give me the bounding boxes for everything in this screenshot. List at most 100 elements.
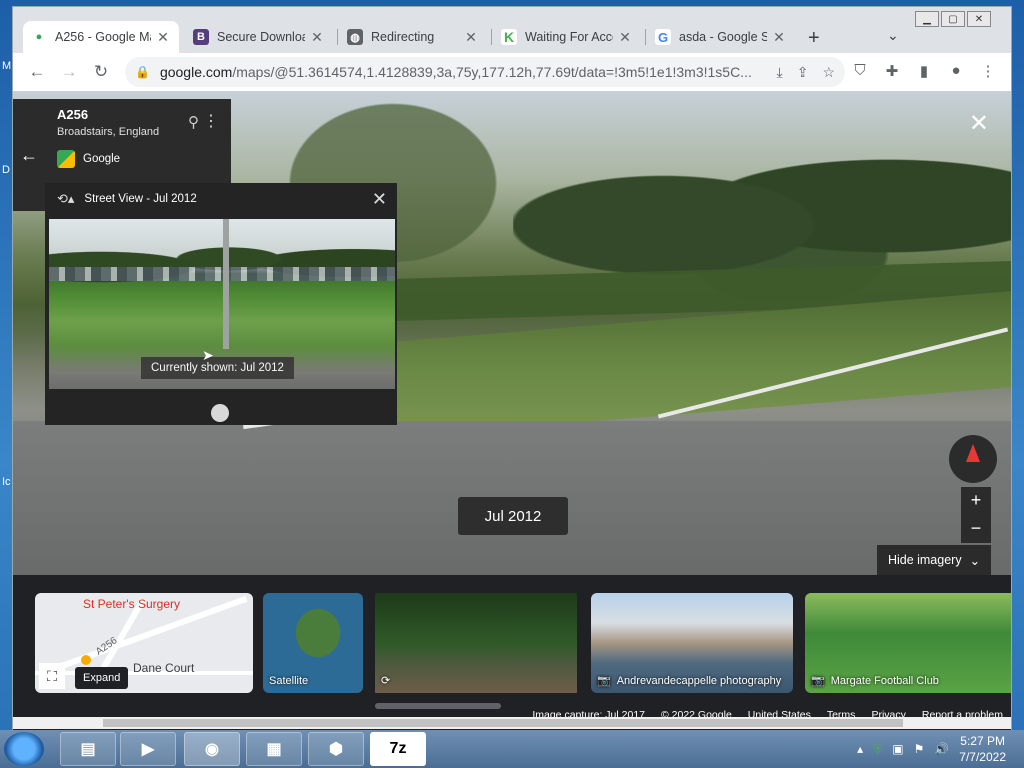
zoom-out-button[interactable]: − xyxy=(961,515,991,543)
side-panel-icon[interactable]: ▮ xyxy=(915,62,933,80)
camera-icon: 📷 xyxy=(597,675,611,687)
window-controls: ▁ ▢ ✕ xyxy=(915,11,991,27)
expand-tooltip: Expand xyxy=(75,667,129,689)
imagery-source-label: Google xyxy=(83,153,121,165)
satellite-thumbnail[interactable]: Satellite xyxy=(263,593,363,693)
map-poi-label: Dane Court xyxy=(133,661,195,675)
file-explorer-icon[interactable]: ▤ xyxy=(60,732,116,766)
tab-title: Secure Download xyxy=(217,30,305,44)
place-card: A256 Broadstairs, England Google ⚲ ⋮ xyxy=(45,99,231,183)
show-hidden-icons-icon[interactable]: ▴ xyxy=(857,742,863,756)
close-time-travel-icon[interactable]: ✕ xyxy=(372,189,387,210)
street-view-thumbnail[interactable]: ⟳ xyxy=(375,593,577,693)
tab-asda-google-search[interactable]: G asda - Google Search ✕ xyxy=(647,21,795,53)
network-icon[interactable]: ▣ xyxy=(892,742,903,756)
horizontal-scrollbar[interactable] xyxy=(13,717,1011,729)
location-pin-icon[interactable]: ⚲ xyxy=(188,113,199,131)
hide-imagery-label: Hide imagery xyxy=(887,553,962,567)
tab-search-chevron-icon[interactable]: ⌄ xyxy=(887,27,899,44)
address-bar[interactable]: 🔒 google.com/maps/@51.3614574,1.4128839,… xyxy=(125,57,845,87)
google-maps-icon xyxy=(57,150,75,168)
time-slider-handle[interactable] xyxy=(211,404,229,422)
photo-caption-text: Margate Football Club xyxy=(830,674,939,687)
clock-date: 7/7/2022 xyxy=(959,750,1006,764)
share-icon[interactable]: ⇪ xyxy=(797,64,809,81)
tab-title: asda - Google Search xyxy=(679,30,767,44)
action-center-flag-icon[interactable]: ⚑ xyxy=(914,742,925,756)
security-shield-icon[interactable]: ⛨ xyxy=(873,742,882,757)
tab-google-maps[interactable]: ● A256 - Google Maps ✕ xyxy=(23,21,179,53)
desktop-icon-label: Ic xyxy=(2,476,11,488)
install-app-icon[interactable]: ⤓ xyxy=(777,64,783,81)
close-window-button[interactable]: ✕ xyxy=(967,11,991,27)
new-tab-button[interactable]: + xyxy=(808,27,820,50)
url-path: /maps/@51.3614574,1.4128839,3a,75y,177.1… xyxy=(232,64,752,80)
imagery-strip: St Peter's Surgery A256 Dane Court ⛶ Exp… xyxy=(13,575,1011,731)
puzzle-extensions-icon[interactable]: ✚ xyxy=(883,62,901,80)
tab-waiting-for-access[interactable]: K Waiting For Access ✕ xyxy=(493,21,641,53)
photo-thumbnail[interactable]: 📷 Margate Football Club xyxy=(805,593,1011,693)
back-to-map-button[interactable]: ← xyxy=(13,99,45,211)
photo-thumbnail[interactable]: 📷 Andrevandecappelle photography xyxy=(591,593,793,693)
close-tab-icon[interactable]: ✕ xyxy=(309,29,325,46)
place-menu-icon[interactable]: ⋮ xyxy=(203,111,219,131)
lock-icon: 🔒 xyxy=(135,65,150,79)
imagery-source: Google xyxy=(57,150,219,168)
close-tab-icon[interactable]: ✕ xyxy=(771,29,787,46)
minimize-button[interactable]: ▁ xyxy=(915,11,939,27)
media-player-icon[interactable]: ▶ xyxy=(120,732,176,766)
url-domain: google.com xyxy=(159,64,233,80)
desktop-icon-label: M xyxy=(2,60,12,72)
camera-icon: 📷 xyxy=(811,675,825,687)
history-clock-icon: ⟲▴ xyxy=(57,191,75,206)
globe-icon: ◍ xyxy=(347,29,363,45)
desktop-icon-label: D xyxy=(2,164,10,176)
volume-icon[interactable]: 🔊 xyxy=(934,742,949,756)
expand-map-icon[interactable]: ⛶ xyxy=(39,663,65,689)
map-poi-label: St Peter's Surgery xyxy=(83,597,180,611)
menu-kebab-icon[interactable]: ⋮ xyxy=(979,62,997,80)
address-url: google.com/maps/@51.3614574,1.4128839,3a… xyxy=(160,64,777,80)
tab-secure-download[interactable]: B Secure Download ✕ xyxy=(185,21,333,53)
chrome-icon[interactable]: ◉ xyxy=(184,732,240,766)
pegman-location-dot xyxy=(81,655,91,665)
shield-extension-icon[interactable]: ⛉ xyxy=(851,62,869,80)
clock-time: 5:27 PM xyxy=(960,734,1005,748)
currently-shown-tooltip: Currently shown: Jul 2012 xyxy=(141,357,294,379)
toolbar-extensions: ⛉ ✚ ▮ ● ⋮ xyxy=(851,62,997,80)
7zip-icon[interactable]: 7z xyxy=(370,732,426,766)
close-tab-icon[interactable]: ✕ xyxy=(155,29,171,46)
map-thumbnail[interactable]: St Peter's Surgery A256 Dane Court ⛶ Exp… xyxy=(35,593,253,693)
compass-icon[interactable] xyxy=(949,435,997,483)
time-travel-header[interactable]: ⟲▴ Street View - Jul 2012 xyxy=(45,183,397,215)
tab-title: A256 - Google Maps xyxy=(55,30,151,44)
back-arrow-icon[interactable]: ← xyxy=(21,62,53,82)
close-tab-icon[interactable]: ✕ xyxy=(617,29,633,46)
close-street-view-icon[interactable]: ✕ xyxy=(969,109,989,138)
satellite-label: Satellite xyxy=(269,675,309,687)
zoom-in-button[interactable]: + xyxy=(961,487,991,515)
forward-arrow-icon[interactable]: → xyxy=(53,62,85,82)
double-chevron-down-icon: ⌄ xyxy=(969,553,981,568)
maximize-button[interactable]: ▢ xyxy=(941,11,965,27)
tab-redirecting[interactable]: ◍ Redirecting ✕ xyxy=(339,21,487,53)
browser-toolbar: ← → ↻ 🔒 google.com/maps/@51.3614574,1.41… xyxy=(13,53,1011,91)
reload-icon[interactable]: ↻ xyxy=(85,62,117,82)
360-view-icon: ⟳ xyxy=(381,675,391,687)
close-tab-icon[interactable]: ✕ xyxy=(463,29,479,46)
system-clock[interactable]: 5:27 PM 7/7/2022 xyxy=(959,733,1006,765)
street-view-viewport[interactable]: ← A256 Broadstairs, England Google ⚲ ⋮ ⟲… xyxy=(13,91,1011,575)
capture-date-chip: Jul 2012 xyxy=(458,497,568,535)
security-app-icon[interactable]: ⬢ xyxy=(308,732,364,766)
bookmark-star-icon[interactable]: ☆ xyxy=(822,64,835,81)
control-panel-icon[interactable]: ▦ xyxy=(246,732,302,766)
hide-imagery-button[interactable]: Hide imagery ⌄ xyxy=(877,545,991,575)
taskbar: ▤ ▶ ◉ ▦ ⬢ 7z ▴ ⛨ ▣ ⚑ 🔊 5:27 PM 7/7/2022 xyxy=(0,730,1024,768)
profile-avatar-icon[interactable]: ● xyxy=(947,62,965,80)
system-tray: ▴ ⛨ ▣ ⚑ 🔊 5:27 PM 7/7/2022 xyxy=(857,730,1024,768)
start-button[interactable] xyxy=(4,732,44,766)
google-g-icon: G xyxy=(655,29,671,45)
k-icon: K xyxy=(501,29,517,45)
zoom-controls: + − xyxy=(961,487,991,543)
tab-title: Redirecting xyxy=(371,30,435,44)
